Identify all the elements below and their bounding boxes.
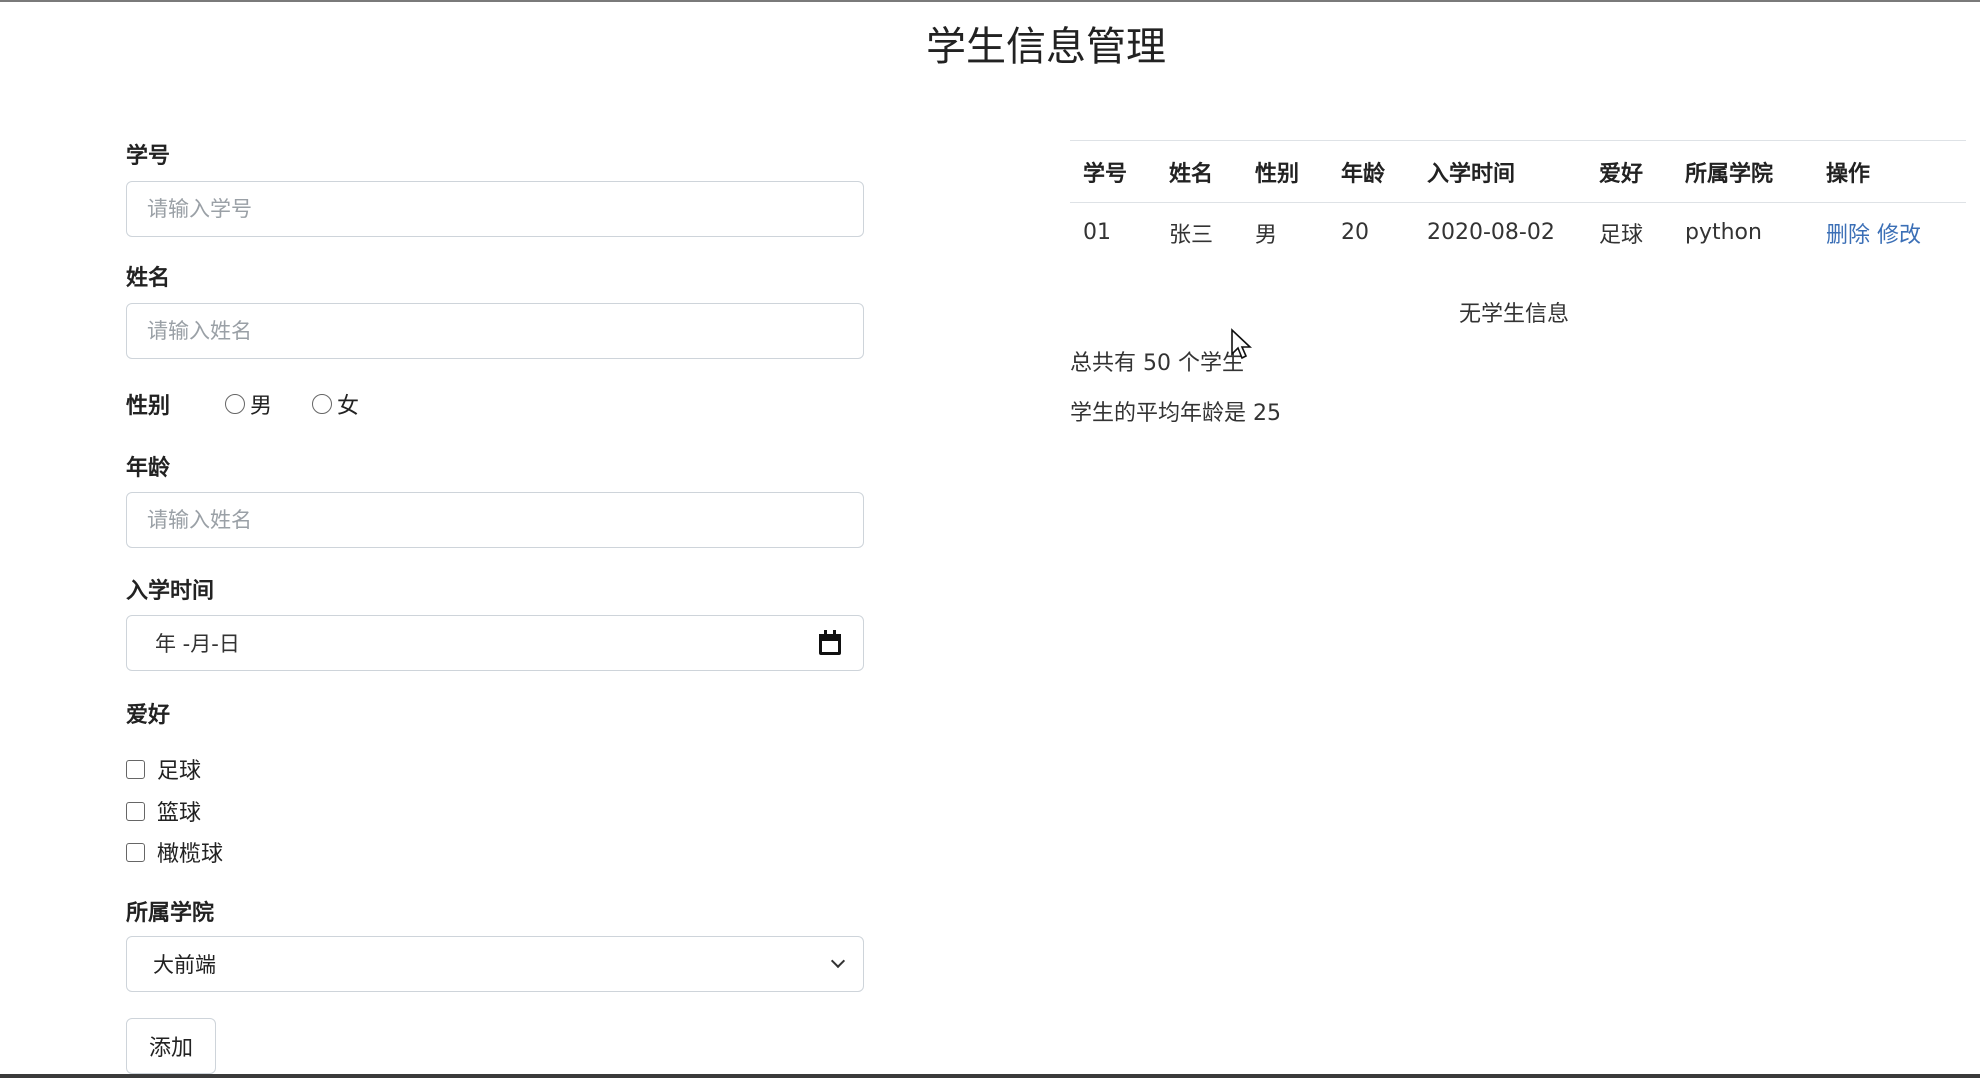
- header-gender: 性别: [1255, 161, 1300, 187]
- college-label: 所属学院: [126, 901, 215, 926]
- chevron-down-icon: [830, 953, 846, 969]
- table-row: 01 张三 男 20 2020-08-02 足球 python 删除 修改: [1070, 203, 1966, 263]
- checkbox-rugby[interactable]: [126, 842, 145, 862]
- student-table: 学号 姓名 性别 年龄 入学时间 爱好 所属学院 操作 01 张三 男 20 2…: [1070, 140, 1966, 263]
- calendar-icon[interactable]: [817, 629, 843, 657]
- top-border: [0, 0, 1980, 2]
- average-age-text: 学生的平均年龄是 25: [1070, 401, 1281, 426]
- hobby-rugby-label: 橄榄球: [157, 842, 224, 867]
- page: 学生信息管理 学号 姓名 性别 男 女 年龄 入学时间 年 -月-日 爱好: [0, 0, 1980, 1078]
- hobby-basketball-label: 篮球: [157, 801, 202, 826]
- mouse-cursor-icon: [1231, 328, 1253, 360]
- header-name: 姓名: [1169, 161, 1214, 187]
- radio-male[interactable]: [225, 394, 245, 414]
- cell-name: 张三: [1169, 222, 1214, 248]
- hobby-label: 爱好: [126, 703, 171, 728]
- age-label: 年龄: [126, 456, 171, 481]
- date-placeholder: 年 -月-日: [155, 632, 240, 656]
- gender-option-female[interactable]: 女: [312, 388, 359, 420]
- hobby-option-rugby[interactable]: 橄榄球: [126, 836, 223, 868]
- total-students-text: 总共有 50 个学生: [1070, 351, 1244, 376]
- college-select[interactable]: 大前端: [126, 936, 864, 992]
- hobby-football-label: 足球: [157, 759, 202, 784]
- cell-college: python: [1685, 220, 1762, 246]
- enroll-date-label: 入学时间: [126, 579, 215, 604]
- checkbox-football[interactable]: [126, 759, 145, 779]
- gender-male-label: 男: [250, 394, 273, 419]
- name-input[interactable]: [126, 303, 864, 359]
- cell-actions: 删除 修改: [1813, 203, 1966, 263]
- table-header-row: 学号 姓名 性别 年龄 入学时间 爱好 所属学院 操作: [1070, 140, 1966, 203]
- empty-message: 无学生信息: [1459, 302, 1570, 327]
- cell-age: 20: [1341, 220, 1369, 246]
- student-table-container: 学号 姓名 性别 年龄 入学时间 爱好 所属学院 操作 01 张三 男 20 2…: [1070, 140, 1966, 263]
- header-age: 年龄: [1341, 161, 1386, 187]
- cell-hobby: 足球: [1599, 222, 1644, 248]
- radio-female[interactable]: [312, 394, 333, 414]
- hobby-option-basketball[interactable]: 篮球: [126, 795, 201, 827]
- header-id: 学号: [1083, 161, 1128, 187]
- hobby-option-football[interactable]: 足球: [126, 753, 201, 785]
- student-id-label: 学号: [126, 144, 171, 169]
- add-button[interactable]: 添加: [126, 1018, 216, 1074]
- name-label: 姓名: [126, 266, 171, 291]
- checkbox-basketball[interactable]: [126, 801, 145, 821]
- bottom-border: [0, 1074, 1980, 1078]
- enroll-date-input[interactable]: 年 -月-日: [126, 615, 864, 671]
- gender-option-male[interactable]: 男: [225, 388, 272, 420]
- cell-gender: 男: [1255, 222, 1278, 248]
- delete-link[interactable]: 删除: [1826, 223, 1870, 248]
- header-college: 所属学院: [1685, 161, 1774, 187]
- header-actions: 操作: [1826, 161, 1871, 187]
- cell-enroll-date: 2020-08-02: [1427, 220, 1555, 246]
- page-title: 学生信息管理: [926, 24, 1166, 70]
- header-enroll-date: 入学时间: [1427, 161, 1516, 187]
- college-selected-value: 大前端: [153, 953, 216, 977]
- gender-label: 性别: [126, 394, 171, 419]
- age-input[interactable]: [126, 492, 864, 548]
- gender-female-label: 女: [337, 394, 360, 419]
- edit-link[interactable]: 修改: [1877, 223, 1921, 248]
- header-hobby: 爱好: [1599, 161, 1644, 187]
- cell-id: 01: [1083, 220, 1111, 246]
- student-id-input[interactable]: [126, 181, 864, 237]
- gender-radio-group: 男 女: [225, 388, 399, 420]
